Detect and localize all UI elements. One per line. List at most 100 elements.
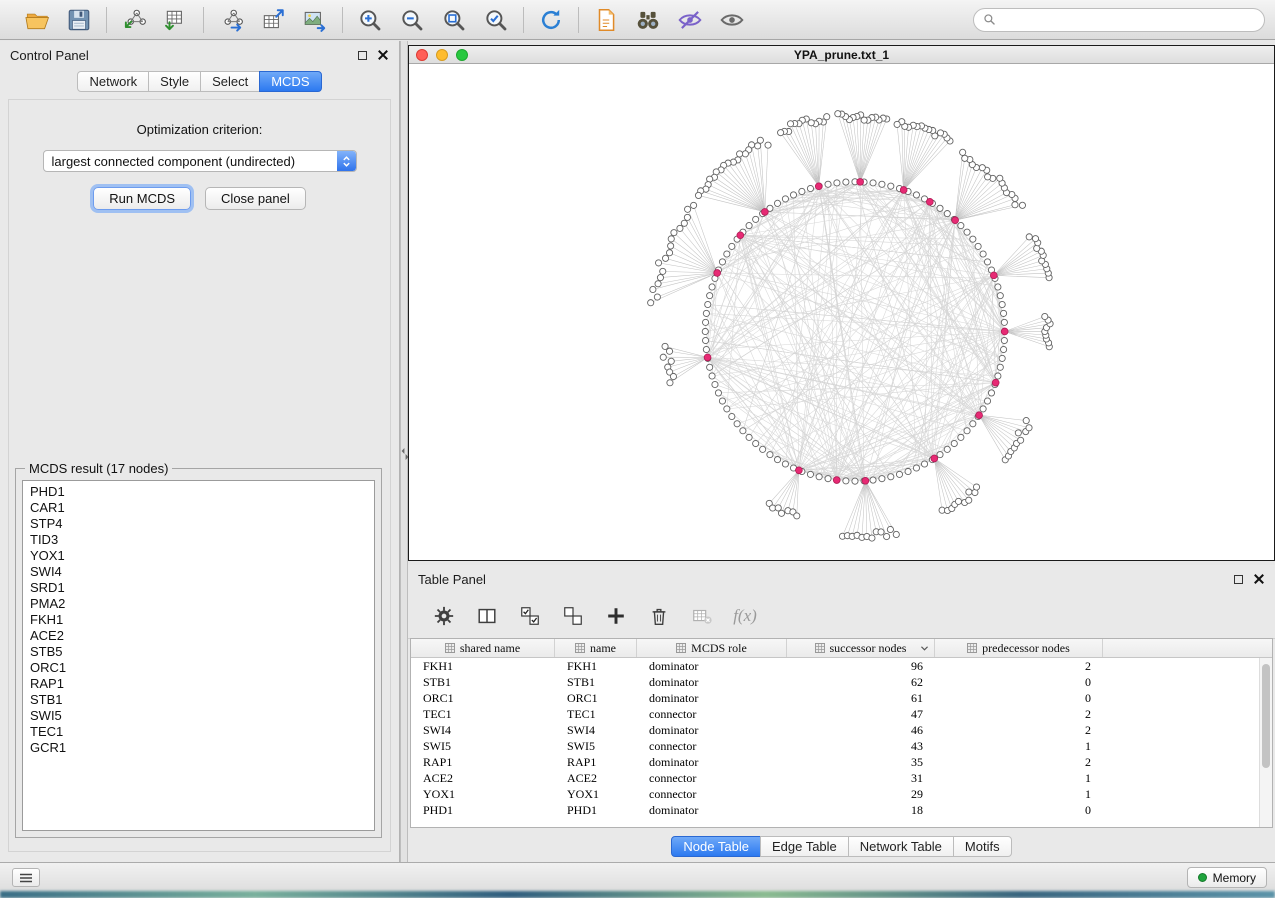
result-list-item[interactable]: ORC1: [23, 660, 374, 676]
table-cell: SWI5: [411, 738, 555, 754]
hide-selected-icon: [677, 7, 703, 33]
save-session-button[interactable]: [62, 4, 96, 36]
show-columns-icon: [476, 605, 498, 627]
first-neighbors-button[interactable]: [631, 4, 665, 36]
criterion-dropdown[interactable]: largest connected component (undirected): [43, 150, 357, 172]
import-table-button[interactable]: [159, 4, 193, 36]
run-mcds-button[interactable]: Run MCDS: [93, 187, 191, 210]
table-row[interactable]: STB1STB1dominator620: [411, 674, 1259, 690]
table-cell: YOX1: [555, 786, 637, 802]
table-tab-motifs[interactable]: Motifs: [953, 836, 1012, 857]
status-menu-button[interactable]: [12, 868, 40, 887]
export-document-icon: [593, 7, 619, 33]
delete-rows-button[interactable]: [645, 602, 673, 630]
memory-button[interactable]: Memory: [1187, 867, 1267, 888]
add-row-button[interactable]: [602, 602, 630, 630]
close-panel-icon[interactable]: [377, 49, 389, 61]
column-header-label: shared name: [460, 641, 520, 656]
export-image-button[interactable]: [298, 4, 332, 36]
settings-icon: [433, 605, 455, 627]
tab-style[interactable]: Style: [148, 71, 201, 92]
result-list-item[interactable]: STP4: [23, 516, 374, 532]
table-tab-network-table[interactable]: Network Table: [848, 836, 954, 857]
search-input[interactable]: [1001, 13, 1255, 27]
result-list-item[interactable]: PHD1: [23, 484, 374, 500]
column-header-label: predecessor nodes: [982, 641, 1070, 656]
status-bar: Memory: [0, 862, 1275, 891]
result-list-item[interactable]: SRD1: [23, 580, 374, 596]
table-row[interactable]: YOX1YOX1connector291: [411, 786, 1259, 802]
zoom-in-button[interactable]: [353, 4, 387, 36]
column-header-name[interactable]: name: [555, 639, 637, 657]
table-row[interactable]: ACE2ACE2connector311: [411, 770, 1259, 786]
show-columns-button[interactable]: [473, 602, 501, 630]
result-list-item[interactable]: SWI5: [23, 708, 374, 724]
zoom-out-button[interactable]: [395, 4, 429, 36]
panel-splitter[interactable]: [400, 41, 408, 862]
result-list-item[interactable]: STB5: [23, 644, 374, 660]
table-row[interactable]: RAP1RAP1dominator352: [411, 754, 1259, 770]
import-network-button[interactable]: [117, 4, 151, 36]
table-row[interactable]: SWI5SWI5connector431: [411, 738, 1259, 754]
show-all-button[interactable]: [715, 4, 749, 36]
window-minimize-icon[interactable]: [436, 49, 448, 61]
table-row[interactable]: TEC1TEC1connector472: [411, 706, 1259, 722]
result-list-item[interactable]: TEC1: [23, 724, 374, 740]
result-list-item[interactable]: CAR1: [23, 500, 374, 516]
export-document-button[interactable]: [589, 4, 623, 36]
table-cell: FKH1: [411, 658, 555, 674]
result-list-item[interactable]: GCR1: [23, 740, 374, 756]
table-cell: 31: [787, 770, 935, 786]
scrollbar-thumb[interactable]: [1262, 664, 1270, 768]
tab-select[interactable]: Select: [200, 71, 260, 92]
window-zoom-icon[interactable]: [456, 49, 468, 61]
settings-button[interactable]: [430, 602, 458, 630]
network-window-titlebar[interactable]: YPA_prune.txt_1: [409, 46, 1274, 64]
export-network-button[interactable]: [214, 4, 248, 36]
table-panel-title: Table Panel: [418, 572, 486, 587]
delete-table-button: [688, 602, 716, 630]
result-list-item[interactable]: STB1: [23, 692, 374, 708]
window-close-icon[interactable]: [416, 49, 428, 61]
table-cell: 2: [935, 658, 1103, 674]
table-tab-node-table[interactable]: Node Table: [671, 836, 761, 857]
tab-network[interactable]: Network: [77, 71, 149, 92]
close-mcds-panel-button[interactable]: Close panel: [205, 187, 306, 210]
float-table-panel-icon[interactable]: [1234, 575, 1243, 584]
table-vertical-scrollbar[interactable]: [1259, 658, 1272, 827]
column-header-predecessor-nodes[interactable]: predecessor nodes: [935, 639, 1103, 657]
refresh-view-button[interactable]: [534, 4, 568, 36]
select-all-rows-button[interactable]: [516, 602, 544, 630]
deselect-all-rows-button[interactable]: [559, 602, 587, 630]
zoom-selected-button[interactable]: [479, 4, 513, 36]
table-row[interactable]: ORC1ORC1dominator610: [411, 690, 1259, 706]
column-header-shared-name[interactable]: shared name: [411, 639, 555, 657]
search-box[interactable]: [973, 8, 1265, 32]
mcds-result-list[interactable]: PHD1CAR1STP4TID3YOX1SWI4SRD1PMA2FKH1ACE2…: [22, 480, 375, 831]
column-header-successor-nodes[interactable]: successor nodes: [787, 639, 935, 657]
sort-arrow-icon[interactable]: [920, 645, 929, 652]
tab-mcds[interactable]: MCDS: [259, 71, 321, 92]
result-list-item[interactable]: YOX1: [23, 548, 374, 564]
open-file-button[interactable]: [20, 4, 54, 36]
result-list-item[interactable]: PMA2: [23, 596, 374, 612]
network-canvas[interactable]: [409, 64, 1274, 560]
table-row[interactable]: SWI4SWI4dominator462: [411, 722, 1259, 738]
result-list-item[interactable]: TID3: [23, 532, 374, 548]
float-panel-icon[interactable]: [358, 51, 367, 60]
table-cell: STB1: [411, 674, 555, 690]
table-row[interactable]: FKH1FKH1dominator962: [411, 658, 1259, 674]
hide-selected-button[interactable]: [673, 4, 707, 36]
table-tab-edge-table[interactable]: Edge Table: [760, 836, 849, 857]
result-list-item[interactable]: SWI4: [23, 564, 374, 580]
export-table-button[interactable]: [256, 4, 290, 36]
close-table-panel-icon[interactable]: [1253, 573, 1265, 585]
table-row[interactable]: PHD1PHD1dominator180: [411, 802, 1259, 818]
result-list-item[interactable]: RAP1: [23, 676, 374, 692]
result-list-item[interactable]: ACE2: [23, 628, 374, 644]
column-header-mcds-role[interactable]: MCDS role: [637, 639, 787, 657]
zoom-fit-button[interactable]: [437, 4, 471, 36]
column-header-label: successor nodes: [830, 641, 907, 656]
table-cell: SWI4: [555, 722, 637, 738]
result-list-item[interactable]: FKH1: [23, 612, 374, 628]
